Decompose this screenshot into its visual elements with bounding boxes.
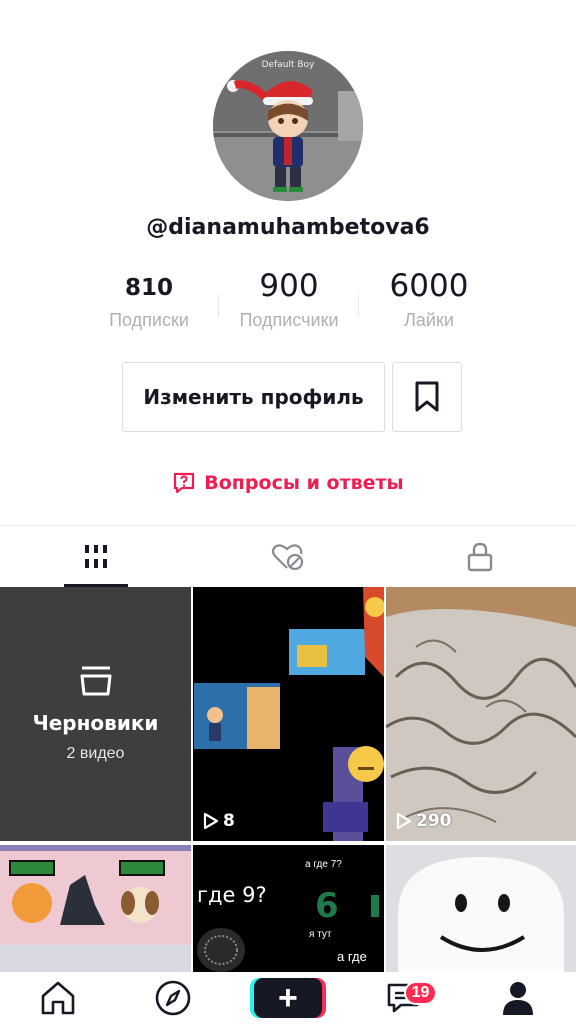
view-count-value: 290 bbox=[416, 811, 452, 831]
edit-profile-button[interactable]: Изменить профиль bbox=[122, 362, 385, 432]
videos-grid-icon bbox=[85, 544, 107, 568]
profile-icon bbox=[503, 982, 534, 1015]
create-button[interactable]: + bbox=[253, 978, 322, 1018]
video-text: где 9? bbox=[197, 883, 267, 907]
followers-count: 900 bbox=[259, 268, 319, 304]
following-label: Подписки bbox=[109, 310, 189, 330]
drafts-box-icon bbox=[80, 666, 111, 696]
home-icon bbox=[41, 981, 74, 1015]
nav-create[interactable]: + bbox=[230, 972, 345, 1024]
avatar-caption: Default Boy bbox=[261, 60, 315, 70]
avatar-image bbox=[213, 51, 363, 201]
likes-count: 6000 bbox=[389, 268, 469, 304]
drafts-count: 2 видео bbox=[66, 745, 125, 762]
following-count: 810 bbox=[124, 275, 173, 301]
drafts-title: Черновики bbox=[32, 711, 159, 735]
video-text: а где bbox=[337, 949, 367, 964]
profile-avatar[interactable]: Default Boy bbox=[213, 51, 363, 201]
tab-videos[interactable] bbox=[0, 526, 192, 587]
followers-label: Подписчики bbox=[239, 310, 339, 330]
drafts-tile[interactable]: Черновики 2 видео bbox=[0, 587, 191, 841]
bottom-navigation: + 19 bbox=[0, 972, 576, 1024]
stat-followers[interactable]: 900 Подписчики bbox=[228, 268, 350, 331]
view-count: 8 bbox=[203, 811, 235, 831]
nav-profile[interactable] bbox=[461, 972, 576, 1024]
nav-home[interactable] bbox=[0, 972, 115, 1024]
view-count: 290 bbox=[396, 811, 452, 831]
tab-private[interactable] bbox=[384, 526, 576, 587]
nav-inbox[interactable]: 19 bbox=[346, 972, 461, 1024]
qa-link[interactable]: Вопросы и ответы bbox=[0, 471, 576, 495]
nav-discover[interactable] bbox=[115, 972, 230, 1024]
video-thumbnail-image bbox=[386, 845, 576, 972]
stat-divider bbox=[218, 295, 219, 317]
video-thumbnail[interactable]: 8 bbox=[193, 587, 384, 841]
stat-divider bbox=[358, 295, 359, 317]
stat-following[interactable]: 810 Подписки bbox=[98, 275, 200, 331]
inbox-badge: 19 bbox=[403, 981, 438, 1005]
play-icon bbox=[396, 812, 412, 830]
qa-label: Вопросы и ответы bbox=[204, 472, 404, 494]
stat-likes[interactable]: 6000 Лайки bbox=[376, 268, 482, 331]
profile-tabs bbox=[0, 525, 576, 587]
video-thumbnail[interactable] bbox=[386, 845, 576, 972]
compass-icon bbox=[155, 980, 191, 1016]
video-text: а где 7? bbox=[305, 859, 342, 870]
video-thumbnail[interactable]: 6 где 9? а где 7? я тут а где bbox=[193, 845, 384, 972]
video-grid: Черновики 2 видео 8 290 6 где 9? а где 7… bbox=[0, 587, 576, 972]
play-icon bbox=[203, 812, 219, 830]
video-text: я тут bbox=[309, 929, 332, 940]
bookmark-icon bbox=[415, 381, 439, 412]
liked-hidden-icon bbox=[271, 543, 304, 570]
profile-username: @dianamuhambetova6 bbox=[146, 215, 430, 240]
bookmark-button[interactable] bbox=[392, 362, 462, 432]
question-bubble-icon bbox=[174, 472, 195, 494]
video-thumbnail[interactable]: 290 bbox=[386, 587, 576, 841]
likes-label: Лайки bbox=[404, 310, 454, 330]
video-thumbnail-image bbox=[193, 587, 384, 841]
video-thumbnail[interactable] bbox=[0, 845, 191, 972]
lock-icon bbox=[467, 542, 493, 571]
video-thumbnail-image bbox=[0, 845, 191, 972]
view-count-value: 8 bbox=[223, 811, 235, 831]
tab-liked[interactable] bbox=[192, 526, 384, 587]
video-digit: 6 bbox=[315, 886, 339, 926]
video-thumbnail-image bbox=[386, 587, 576, 841]
